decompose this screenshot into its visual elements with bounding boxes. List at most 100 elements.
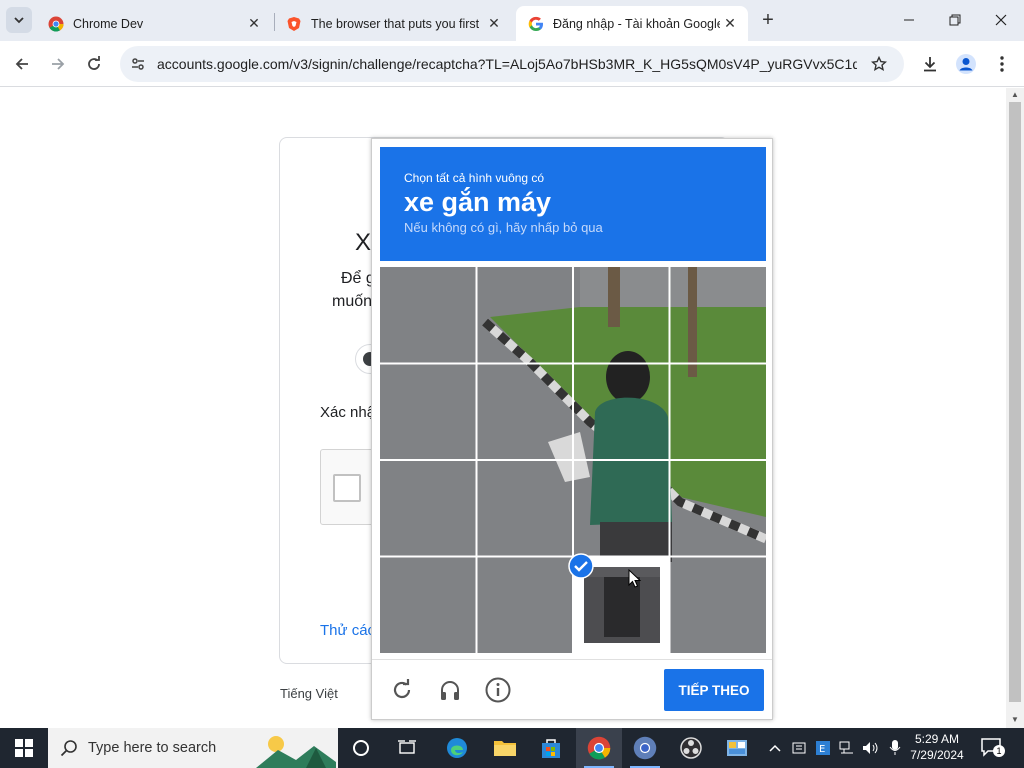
notification-count-badge: 1: [993, 745, 1005, 757]
back-button[interactable]: [8, 50, 36, 78]
show-hidden-icons-icon[interactable]: [766, 738, 784, 758]
tab-title: Đăng nhập - Tài khoản Google: [553, 16, 720, 31]
grid-tile[interactable]: [670, 364, 766, 460]
task-view-icon: [398, 740, 416, 754]
confirm-text: Xác nhậ: [320, 404, 376, 421]
tab-chrome-dev[interactable]: Chrome Dev ✕: [36, 6, 272, 41]
network-icon[interactable]: [838, 738, 856, 758]
tab-brave[interactable]: The browser that puts you first ✕: [274, 6, 512, 41]
chevron-down-icon: [14, 17, 24, 24]
close-window-button[interactable]: [986, 8, 1016, 32]
clock-date: 7/29/2024: [910, 748, 964, 762]
windows-logo-icon: [15, 739, 33, 757]
chrome-icon: [587, 736, 611, 760]
start-button[interactable]: [0, 728, 48, 768]
windows-taskbar: Type here to search E 5:29 AM 7/29/2024 …: [0, 728, 1024, 768]
control-panel-app[interactable]: [714, 728, 760, 768]
scroll-up-arrow-icon[interactable]: ▲: [1010, 91, 1020, 99]
headphones-icon: [441, 681, 459, 700]
new-tab-button[interactable]: +: [758, 9, 778, 31]
google-icon: [528, 16, 543, 31]
grid-tile[interactable]: [574, 267, 670, 363]
chrome-app[interactable]: [576, 728, 622, 768]
task-view-button[interactable]: [338, 728, 384, 768]
page-scrollbar[interactable]: ▲ ▼: [1006, 88, 1024, 728]
widgets-button[interactable]: [384, 728, 430, 768]
grid-tile[interactable]: [574, 364, 670, 460]
search-highlight-image: [256, 736, 336, 768]
search-icon: [60, 740, 77, 757]
site-settings-icon[interactable]: [128, 54, 148, 74]
reload-challenge-button[interactable]: [388, 676, 416, 704]
profile-button[interactable]: [952, 50, 980, 78]
description-line: Để g: [341, 270, 375, 287]
url-text[interactable]: accounts.google.com/v3/signin/challenge/…: [157, 56, 857, 72]
folder-icon: [494, 741, 516, 756]
taskbar-search[interactable]: Type here to search: [48, 728, 338, 768]
reload-button[interactable]: [80, 50, 108, 78]
grid-tile[interactable]: [670, 267, 766, 363]
grid-tile[interactable]: [477, 267, 573, 363]
mouse-cursor-icon: [628, 569, 642, 588]
forward-button[interactable]: [44, 50, 72, 78]
browser-toolbar: accounts.google.com/v3/signin/challenge/…: [0, 41, 1024, 87]
grid-tile[interactable]: [380, 267, 476, 363]
system-clock[interactable]: 5:29 AM 7/29/2024: [902, 731, 972, 763]
arrow-right-icon: [52, 58, 65, 70]
grid-tile[interactable]: [670, 461, 766, 557]
tab-title: The browser that puts you first: [311, 16, 480, 31]
grid-tile[interactable]: [380, 364, 476, 460]
try-another-way-link[interactable]: Thử các: [320, 622, 375, 639]
notification-center-button[interactable]: 1: [980, 737, 1006, 759]
profile-avatar-icon: [956, 54, 976, 74]
chrome-dev-app[interactable]: [622, 728, 668, 768]
grid-tile-selected[interactable]: [568, 553, 670, 653]
minimize-icon: [904, 19, 914, 21]
info-icon: [485, 677, 511, 703]
kebab-menu-icon: [1000, 56, 1004, 72]
close-icon[interactable]: ✕: [484, 14, 504, 34]
control-panel-icon: [727, 740, 747, 756]
edge-icon: [447, 738, 467, 758]
bookmark-star-icon[interactable]: [868, 53, 890, 75]
chrome-dev-icon: [633, 736, 657, 760]
tab-google-signin[interactable]: Đăng nhập - Tài khoản Google ✕: [516, 6, 748, 41]
brave-icon: [287, 16, 301, 31]
search-placeholder: Type here to search: [88, 740, 217, 756]
input-method-icon[interactable]: [790, 738, 808, 758]
minimize-button[interactable]: [894, 8, 924, 32]
close-icon[interactable]: ✕: [720, 14, 740, 34]
close-icon[interactable]: ✕: [244, 14, 264, 34]
grid-tile[interactable]: [670, 557, 766, 653]
grid-tile[interactable]: [477, 364, 573, 460]
cortana-icon: [353, 740, 369, 756]
audio-challenge-button[interactable]: [436, 676, 464, 704]
grid-tile[interactable]: [477, 557, 573, 653]
scroll-down-arrow-icon[interactable]: ▼: [1010, 716, 1020, 724]
store-app[interactable]: [528, 728, 574, 768]
address-bar[interactable]: accounts.google.com/v3/signin/challenge/…: [120, 46, 904, 82]
obs-app[interactable]: [668, 728, 714, 768]
challenge-instruction: Chọn tất cả hình vuông có: [404, 171, 545, 185]
tab-search-button[interactable]: [6, 7, 32, 33]
recaptcha-checkbox[interactable]: [333, 474, 361, 502]
grid-tile[interactable]: [574, 461, 670, 557]
page-title: X: [355, 229, 372, 256]
language-selector[interactable]: Tiếng Việt: [280, 686, 338, 701]
grid-tile[interactable]: [380, 461, 476, 557]
language-icon[interactable]: E: [814, 738, 832, 758]
downloads-button[interactable]: [916, 50, 944, 78]
scroll-thumb[interactable]: [1009, 102, 1021, 702]
edge-app[interactable]: [434, 728, 480, 768]
restore-button[interactable]: [940, 8, 970, 32]
help-button[interactable]: [484, 676, 512, 704]
menu-button[interactable]: [988, 50, 1016, 78]
recaptcha-challenge: Chọn tất cả hình vuông có xe gắn máy Nếu…: [371, 138, 773, 720]
grid-tile[interactable]: [477, 461, 573, 557]
tab-strip: Chrome Dev ✕ The browser that puts you f…: [0, 0, 1024, 41]
file-explorer-app[interactable]: [482, 728, 528, 768]
challenge-image-grid: [380, 267, 766, 653]
next-button[interactable]: TIẾP THEO: [664, 669, 764, 711]
volume-icon[interactable]: [862, 738, 880, 758]
grid-tile[interactable]: [380, 557, 476, 653]
